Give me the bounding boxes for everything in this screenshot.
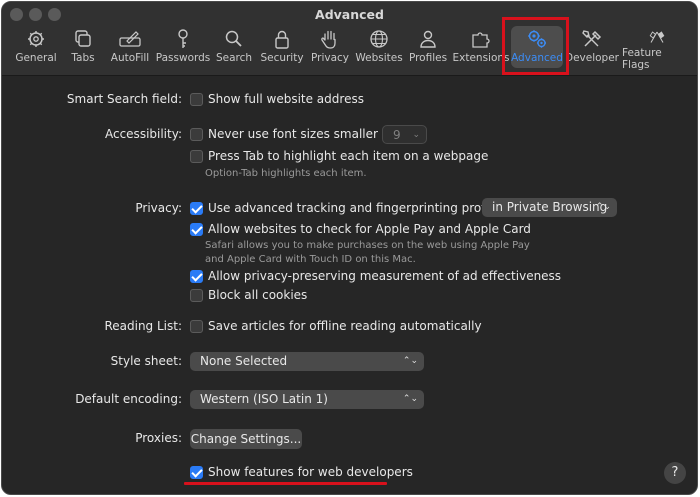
tab-label: Search xyxy=(215,52,253,64)
reading-list-checkbox[interactable] xyxy=(190,320,203,333)
default-encoding-value: Western (ISO Latin 1) xyxy=(200,392,328,406)
tab-security[interactable]: Security xyxy=(260,29,304,71)
tab-label: Feature Flags xyxy=(622,47,662,71)
key-icon xyxy=(178,29,188,48)
block-cookies-checkbox[interactable] xyxy=(190,289,203,302)
tab-label: General xyxy=(15,52,57,64)
help-button[interactable]: ? xyxy=(664,462,686,484)
default-encoding-label: Default encoding: xyxy=(75,392,182,406)
proxies-label: Proxies: xyxy=(135,431,182,445)
ad-measurement-checkbox[interactable] xyxy=(190,270,203,283)
pencil-icon xyxy=(119,31,141,47)
apple-pay-text: Allow websites to check for Apple Pay an… xyxy=(208,222,531,236)
show-full-address-checkbox[interactable] xyxy=(190,93,203,106)
tab-label: Tabs xyxy=(71,52,95,64)
tabs-icon xyxy=(75,30,91,47)
chevron-updown-icon: ⌃⌄ xyxy=(402,356,418,366)
press-tab-text: Press Tab to highlight each item on a we… xyxy=(208,149,489,163)
puzzle-icon xyxy=(472,32,490,48)
reading-list-label: Reading List: xyxy=(104,319,182,333)
privacy-label: Privacy: xyxy=(135,201,182,215)
style-sheet-value: None Selected xyxy=(200,354,288,368)
tab-label: Security xyxy=(260,52,304,64)
tab-extensions[interactable]: Extensions xyxy=(452,29,510,71)
tab-passwords[interactable]: Passwords xyxy=(155,29,211,71)
show-developer-features-text: Show features for web developers xyxy=(208,465,413,479)
tab-label: AutoFill xyxy=(110,52,150,64)
tab-label: Developer xyxy=(565,52,620,64)
apple-pay-hint-line-1: Safari allows you to make purchases on t… xyxy=(205,240,530,251)
person-icon xyxy=(420,30,436,48)
tab-tabs[interactable]: Tabs xyxy=(68,29,98,71)
font-size-value: 9 xyxy=(393,128,401,142)
tracking-scope-popup[interactable]: in Private Browsing ⌃⌄ xyxy=(482,198,617,217)
highlight-underline xyxy=(184,482,387,485)
tab-label: Profiles xyxy=(408,52,448,64)
press-tab-checkbox[interactable] xyxy=(190,150,203,163)
change-settings-button[interactable]: Change Settings... xyxy=(190,429,302,449)
tab-developer[interactable]: Developer xyxy=(565,29,620,71)
tab-label: Passwords xyxy=(155,52,211,64)
magnifier-icon xyxy=(225,30,242,47)
tab-profiles[interactable]: Profiles xyxy=(409,29,447,71)
window-title: Advanced xyxy=(315,7,384,22)
chevron-updown-icon: ⌃⌄ xyxy=(402,394,418,404)
press-tab-hint: Option-Tab highlights each item. xyxy=(205,168,367,179)
tracking-scope-value: in Private Browsing xyxy=(492,200,608,214)
tracking-protection-text: Use advanced tracking and fingerprinting… xyxy=(208,201,523,215)
apple-pay-hint-line-2: and Apple Card with Touch ID on this Mac… xyxy=(205,254,416,265)
show-developer-features-checkbox[interactable] xyxy=(190,466,203,479)
tools-icon xyxy=(582,30,602,47)
tab-label: Privacy xyxy=(310,52,350,64)
chevron-down-icon: ⌄ xyxy=(412,130,420,140)
block-cookies-text: Block all cookies xyxy=(208,288,308,302)
toolbar: Advanced General Tabs AutoFill Passwords… xyxy=(2,2,697,76)
min-font-size-text: Never use font sizes smaller than xyxy=(208,127,410,141)
tab-privacy[interactable]: Privacy xyxy=(310,29,350,71)
tab-general[interactable]: General xyxy=(15,29,57,71)
tab-label: Extensions xyxy=(452,52,510,64)
highlight-box-advanced xyxy=(502,17,569,75)
ad-measurement-text: Allow privacy-preserving measurement of … xyxy=(208,269,562,283)
globe-icon xyxy=(370,30,388,48)
tab-websites[interactable]: Websites xyxy=(355,29,403,71)
tab-autofill[interactable]: AutoFill xyxy=(110,29,150,71)
style-sheet-popup[interactable]: None Selected ⌃⌄ xyxy=(190,352,424,371)
hand-icon xyxy=(321,30,336,49)
apple-pay-checkbox[interactable] xyxy=(190,223,203,236)
show-full-address-text: Show full website address xyxy=(208,92,364,106)
min-font-size-popup[interactable]: 9 ⌄ xyxy=(382,125,427,144)
flags-icon xyxy=(649,31,665,43)
default-encoding-popup[interactable]: Western (ISO Latin 1) ⌃⌄ xyxy=(190,390,424,409)
smart-search-label: Smart Search field: xyxy=(66,92,182,106)
tab-feature-flags[interactable]: Feature Flags xyxy=(622,29,692,71)
tracking-protection-checkbox[interactable] xyxy=(190,202,203,215)
lock-icon xyxy=(275,30,289,49)
style-sheet-label: Style sheet: xyxy=(110,354,182,368)
tab-search[interactable]: Search xyxy=(216,29,252,71)
gear-icon xyxy=(28,31,44,47)
reading-list-text: Save articles for offline reading automa… xyxy=(208,319,482,333)
tab-label: Websites xyxy=(355,52,403,64)
chevron-updown-icon: ⌃⌄ xyxy=(595,202,611,212)
preferences-window: Advanced General Tabs AutoFill Passwords… xyxy=(1,1,698,495)
accessibility-label: Accessibility: xyxy=(104,127,182,141)
min-font-size-checkbox[interactable] xyxy=(190,128,203,141)
